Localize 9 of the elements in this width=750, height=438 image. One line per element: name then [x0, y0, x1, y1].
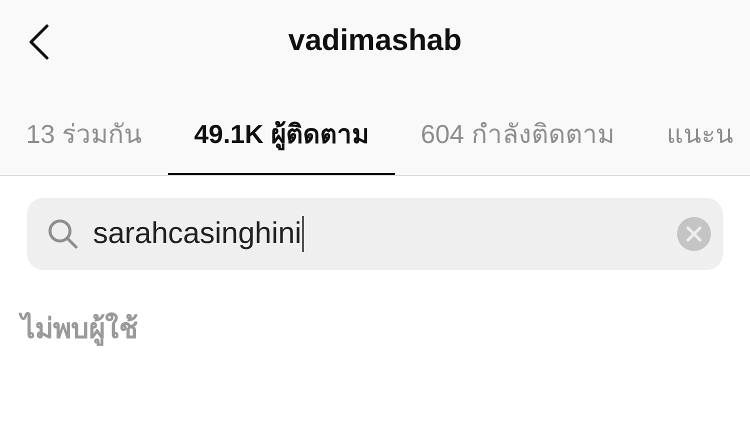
back-icon[interactable]: [28, 24, 50, 60]
search-icon: [47, 218, 79, 250]
tab[interactable]: 49.1K ผู้ติดตาม: [168, 90, 395, 175]
tab[interactable]: 604 กำลังติดตาม: [394, 90, 640, 175]
profile-title: vadimashab: [288, 24, 462, 58]
tab[interactable]: 13 ร่วมกัน: [0, 90, 168, 175]
search-field[interactable]: sarahcasinghini: [27, 198, 723, 270]
tab[interactable]: แนะน: [640, 90, 750, 175]
no-results-message: ไม่พบผู้ใช้: [21, 312, 138, 345]
